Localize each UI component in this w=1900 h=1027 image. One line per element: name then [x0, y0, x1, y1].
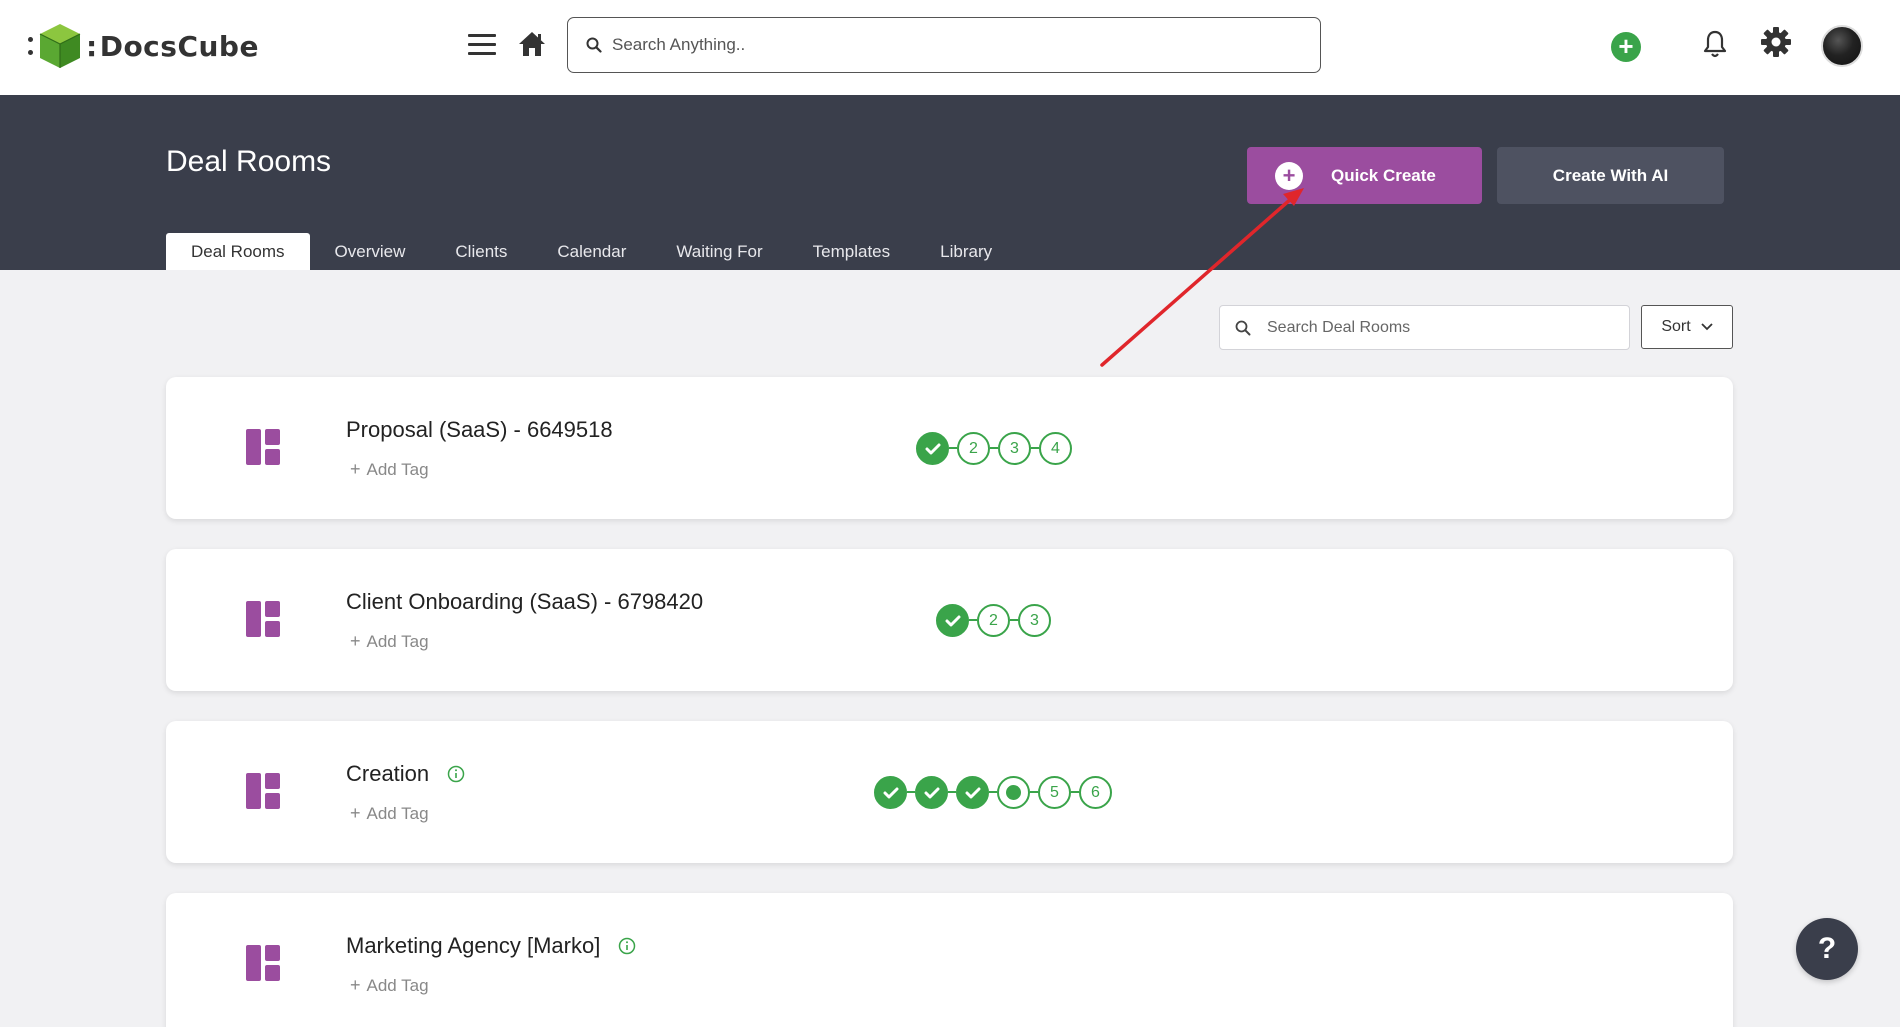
- add-tag-label: Add Tag: [366, 976, 429, 995]
- brand-colon: :: [86, 29, 98, 63]
- plus-circle-icon: +: [1275, 161, 1303, 190]
- tab-overview[interactable]: Overview: [310, 233, 431, 270]
- plus-icon: +: [350, 803, 361, 823]
- add-tag-label: Add Tag: [366, 460, 429, 479]
- step-connector: [1071, 791, 1079, 793]
- tab-calendar[interactable]: Calendar: [532, 233, 651, 270]
- deal-room-title[interactable]: Marketing Agency [Marko]: [346, 933, 636, 959]
- user-avatar[interactable]: [1821, 25, 1863, 67]
- search-icon: [586, 37, 602, 53]
- add-tag-button[interactable]: + Add Tag: [350, 975, 429, 996]
- layout-icon: [246, 429, 280, 465]
- deal-room-search-box[interactable]: [1219, 305, 1630, 350]
- plus-icon: +: [350, 975, 361, 995]
- quick-create-label: Quick Create: [1331, 165, 1436, 185]
- tab-deal-rooms[interactable]: Deal Rooms: [166, 233, 310, 270]
- deal-room-title[interactable]: Creation: [346, 761, 465, 787]
- docscube-logo[interactable]: :DocsCube: [28, 22, 259, 70]
- deal-room-title-text: Proposal (SaaS) - 6649518: [346, 417, 613, 442]
- step-connector: [969, 619, 977, 621]
- progress-steps: 234: [916, 431, 1072, 465]
- deal-room-title-text: Client Onboarding (SaaS) - 6798420: [346, 589, 704, 614]
- step-pending: 3: [1018, 603, 1051, 637]
- quick-create-button[interactable]: + Quick Create: [1247, 147, 1482, 204]
- brand-text: DocsCube: [99, 29, 259, 63]
- top-navbar: :DocsCube +: [0, 0, 1900, 95]
- progress-steps: 23: [936, 603, 1051, 637]
- deal-room-title-text: Marketing Agency [Marko]: [346, 933, 601, 958]
- step-connector: [907, 791, 915, 793]
- global-search-input[interactable]: [612, 35, 1292, 55]
- layout-icon: [246, 945, 280, 981]
- step-complete-check-icon: [936, 603, 969, 637]
- tab-library[interactable]: Library: [915, 233, 1017, 270]
- menu-icon[interactable]: [468, 34, 496, 56]
- tab-waiting-for[interactable]: Waiting For: [651, 233, 787, 270]
- tab-templates[interactable]: Templates: [788, 233, 915, 270]
- step-connector: [989, 791, 997, 793]
- step-complete-check-icon: [916, 431, 949, 465]
- deal-room-title[interactable]: Client Onboarding (SaaS) - 6798420: [346, 589, 703, 615]
- plus-icon: +: [350, 459, 361, 479]
- section-tabs: Deal Rooms Overview Clients Calendar Wai…: [166, 233, 1017, 270]
- tab-clients[interactable]: Clients: [430, 233, 532, 270]
- cube-icon: [39, 24, 81, 68]
- home-icon[interactable]: [517, 30, 547, 58]
- bell-icon[interactable]: [1702, 29, 1728, 59]
- step-connector: [1010, 619, 1018, 621]
- chevron-down-icon: [1701, 323, 1713, 331]
- deal-room-title-text: Creation: [346, 761, 430, 786]
- brand-name: :DocsCube: [86, 30, 259, 63]
- step-complete-check-icon: [915, 775, 948, 809]
- step-connector: [1030, 791, 1038, 793]
- logo-dots: [28, 37, 34, 55]
- deal-room-card[interactable]: Marketing Agency [Marko] + Add Tag: [166, 893, 1733, 1027]
- search-icon: [1235, 320, 1251, 335]
- step-pending: 3: [998, 431, 1031, 465]
- page-title: Deal Rooms: [166, 145, 332, 178]
- step-connector: [949, 447, 957, 449]
- gear-icon[interactable]: [1760, 26, 1792, 58]
- sort-dropdown[interactable]: Sort: [1641, 305, 1733, 349]
- deal-room-card[interactable]: Proposal (SaaS) - 6649518 + Add Tag 234: [166, 377, 1733, 519]
- add-tag-button[interactable]: + Add Tag: [350, 631, 429, 652]
- step-pending: 5: [1038, 775, 1071, 809]
- deal-room-card[interactable]: Client Onboarding (SaaS) - 6798420 + Add …: [166, 549, 1733, 691]
- add-tag-button[interactable]: + Add Tag: [350, 803, 429, 824]
- add-new-button[interactable]: +: [1611, 32, 1641, 62]
- progress-steps: 56: [874, 775, 1112, 809]
- step-pending: 2: [977, 603, 1010, 637]
- add-tag-button[interactable]: + Add Tag: [350, 459, 429, 480]
- plus-icon: +: [350, 631, 361, 651]
- add-tag-label: Add Tag: [366, 804, 429, 823]
- layout-icon: [246, 773, 280, 809]
- deal-room-search-input[interactable]: [1267, 318, 1607, 337]
- layout-icon: [246, 601, 280, 637]
- add-tag-label: Add Tag: [366, 632, 429, 651]
- step-pending: 2: [957, 431, 990, 465]
- help-button[interactable]: ?: [1796, 918, 1858, 980]
- info-icon[interactable]: [447, 765, 465, 783]
- deal-room-title[interactable]: Proposal (SaaS) - 6649518: [346, 417, 613, 443]
- step-connector: [990, 447, 998, 449]
- step-connector: [948, 791, 956, 793]
- step-complete-check-icon: [874, 775, 907, 809]
- info-icon[interactable]: [618, 937, 636, 955]
- step-complete-check-icon: [956, 775, 989, 809]
- page-header: Deal Rooms + Quick Create Create With AI…: [0, 95, 1900, 270]
- sort-label: Sort: [1661, 318, 1691, 335]
- step-connector: [1031, 447, 1039, 449]
- create-with-ai-button[interactable]: Create With AI: [1497, 147, 1724, 204]
- step-pending: 6: [1079, 775, 1112, 809]
- global-search-box[interactable]: [567, 17, 1321, 73]
- step-current: [997, 775, 1030, 809]
- deal-room-card[interactable]: Creation + Add Tag 56: [166, 721, 1733, 863]
- step-pending: 4: [1039, 431, 1072, 465]
